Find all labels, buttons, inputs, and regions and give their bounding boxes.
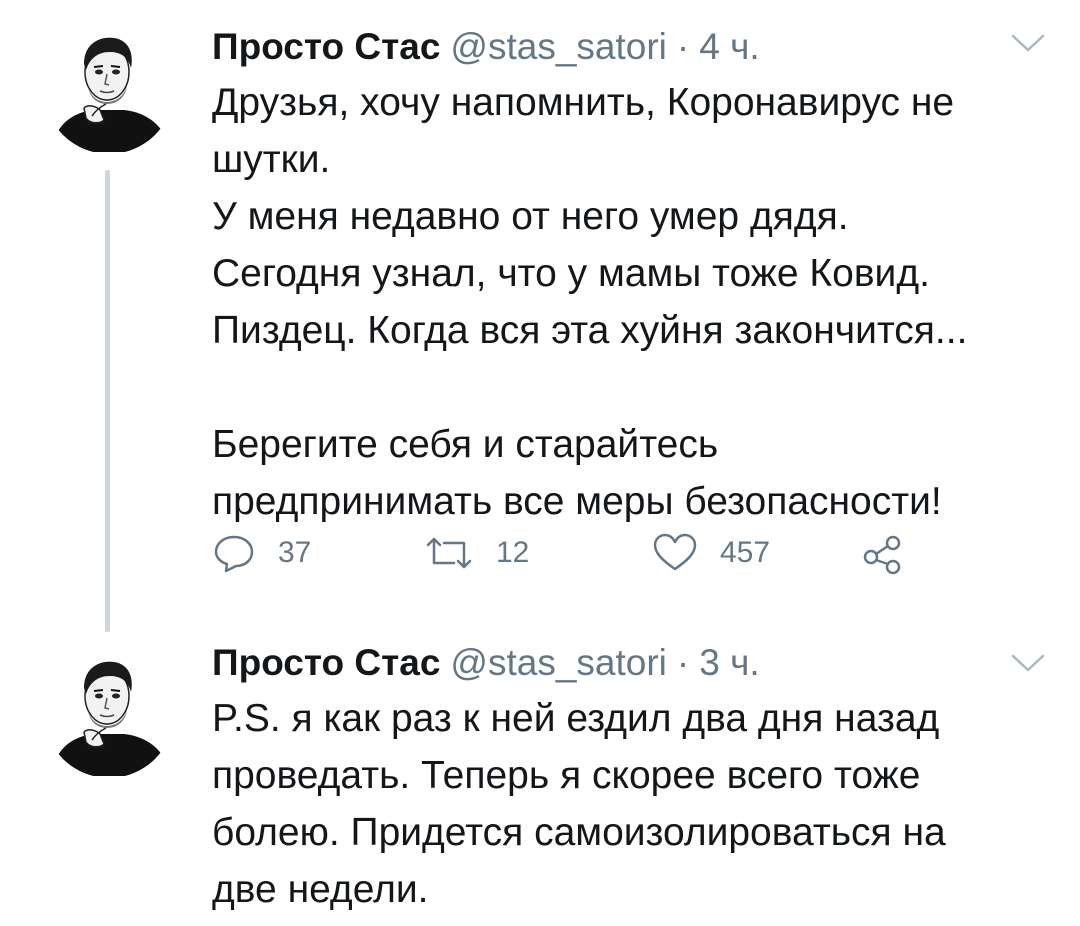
tweet-text-blank-line [212, 359, 1062, 416]
tweet-text-line: предпринимать все меры безопасности! [212, 480, 942, 523]
tweet-timestamp[interactable]: 3 ч. [699, 638, 759, 688]
tweet[interactable]: Просто Стас @stas_satori · 4 ч. Друзья, … [0, 0, 1080, 632]
avatar-photo [44, 648, 174, 778]
tweet-text-line: P.S. я как раз к ней ездил два дня назад [212, 697, 940, 740]
tweet-text-line: У меня недавно от него умер дядя. [212, 195, 849, 238]
tweet-text-line: Друзья, хочу напомнить, Коронавирус не [212, 81, 955, 124]
retweet-count: 12 [496, 536, 530, 569]
tweet-text-line: шутки. [212, 138, 331, 181]
user-handle[interactable]: @stas_satori [450, 22, 666, 72]
user-handle[interactable]: @stas_satori [450, 638, 666, 688]
tweet-text-line: Берегите себя и старайтесь [212, 423, 719, 466]
display-name[interactable]: Просто Стас [212, 22, 440, 72]
reply-count: 37 [278, 536, 312, 569]
like-count: 457 [720, 536, 771, 569]
avatar[interactable] [44, 24, 174, 154]
tweet-menu-button[interactable] [1010, 652, 1046, 674]
retweet-button[interactable]: 12 [424, 528, 529, 578]
heart-icon [653, 533, 697, 571]
tweet-text-line: две недели. [212, 868, 429, 911]
display-name[interactable]: Просто Стас [212, 638, 440, 688]
like-button[interactable]: 457 [652, 528, 770, 578]
tweet-header: Просто Стас @stas_satori · 4 ч. [212, 22, 760, 72]
avatar-photo [44, 24, 174, 154]
avatar[interactable] [44, 648, 174, 778]
tweet-timestamp[interactable]: 4 ч. [699, 22, 759, 72]
tweet-text: P.S. я как раз к ней ездил два дня назад… [212, 690, 1062, 918]
chevron-down-icon [1011, 34, 1045, 52]
tweet[interactable]: Просто Стас @stas_satori · 3 ч. P.S. я к… [0, 632, 1080, 926]
header-separator: · [676, 26, 690, 67]
tweet-text-line: Пиздец. Когда вся эта хуйня закончится..… [212, 309, 968, 352]
tweet-text: Друзья, хочу напомнить, Коронавирус не ш… [212, 74, 1062, 530]
header-separator: · [676, 642, 690, 683]
share-button[interactable] [860, 528, 904, 578]
tweet-menu-button[interactable] [1010, 32, 1046, 54]
tweet-text-line: болею. Придется самоизолироваться на [212, 811, 946, 854]
retweet-icon [426, 537, 472, 569]
chevron-down-icon [1011, 654, 1045, 672]
tweet-text-line: проведать. Теперь я скорее всего тоже [212, 754, 921, 797]
reply-icon [214, 535, 254, 573]
reply-button[interactable]: 37 [212, 528, 311, 578]
tweet-header: Просто Стас @stas_satori · 3 ч. [212, 638, 760, 688]
share-icon [863, 535, 901, 575]
tweet-actions: 37 12 457 [212, 528, 1012, 578]
tweet-text-line: Сегодня узнал, что у мамы тоже Ковид. [212, 252, 930, 295]
